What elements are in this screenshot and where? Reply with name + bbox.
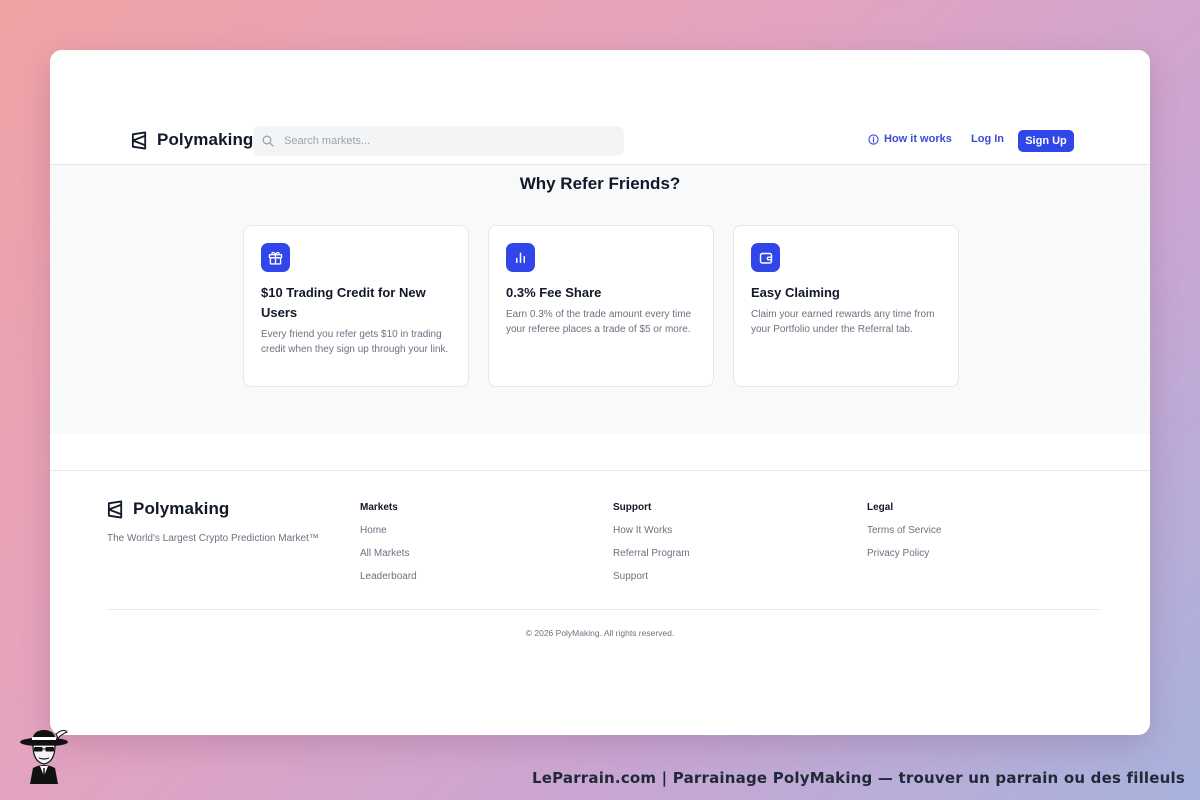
footer-column-heading: Markets <box>360 502 398 513</box>
benefit-card-fee-share: 0.3% Fee Share Earn 0.3% of the trade am… <box>488 225 714 387</box>
how-it-works-label: How it works <box>884 133 952 145</box>
footer-link-how-it-works[interactable]: How It Works <box>613 524 690 547</box>
watermark-caption: LeParrain.com | Parrainage PolyMaking — … <box>531 769 1185 787</box>
section-title: Why Refer Friends? <box>519 174 681 193</box>
card-title: 0.3% Fee Share <box>506 285 602 300</box>
site-header: Polymaking How it works Log In Sign Up <box>50 50 1150 165</box>
search-icon <box>262 135 274 147</box>
footer-column-markets: Markets Home All Markets Leaderboard <box>360 502 417 593</box>
brand-name: Polymaking <box>157 130 254 149</box>
browser-window: Polymaking How it works Log In Sign Up W… <box>50 50 1150 735</box>
footer-column-legal: Legal Terms of Service Privacy Policy <box>867 502 941 570</box>
card-description: Every friend you refer gets $10 in tradi… <box>261 329 449 355</box>
polymaking-logo-icon <box>107 500 123 518</box>
brand-logo-link[interactable]: Polymaking <box>130 130 253 150</box>
footer-link-terms-of-service[interactable]: Terms of Service <box>867 524 941 547</box>
card-title: Easy Claiming <box>751 285 840 300</box>
footer-link-leaderboard[interactable]: Leaderboard <box>360 570 417 593</box>
wallet-icon <box>751 243 780 272</box>
search-input[interactable] <box>282 134 606 148</box>
gift-icon <box>261 243 290 272</box>
footer-brand-name: Polymaking <box>133 499 230 518</box>
card-description: Claim your earned rewards any time from … <box>751 309 935 335</box>
sign-up-button[interactable]: Sign Up <box>1018 130 1074 152</box>
card-description: Earn 0.3% of the trade amount every time… <box>506 309 692 335</box>
footer-tagline: The World's Largest Crypto Prediction Ma… <box>107 533 319 544</box>
footer-link-home[interactable]: Home <box>360 524 417 547</box>
footer-link-referral-program[interactable]: Referral Program <box>613 547 690 570</box>
why-refer-section: Why Refer Friends? $10 Trading Credit fo… <box>50 165 1150 434</box>
benefit-card-trading-credit: $10 Trading Credit for New Users Every f… <box>243 225 469 387</box>
bar-chart-icon <box>506 243 535 272</box>
footer-divider-top <box>50 470 1150 471</box>
mascot-logo-icon <box>18 728 70 789</box>
footer-column-support: Support How It Works Referral Program Su… <box>613 502 690 593</box>
footer-link-support[interactable]: Support <box>613 570 690 593</box>
footer-link-privacy-policy[interactable]: Privacy Policy <box>867 547 941 570</box>
footer-column-heading: Support <box>613 502 652 513</box>
footer-link-all-markets[interactable]: All Markets <box>360 547 417 570</box>
benefit-card-easy-claiming: Easy Claiming Claim your earned rewards … <box>733 225 959 387</box>
polymaking-logo-icon <box>131 131 147 149</box>
footer-brand-link[interactable]: Polymaking <box>106 499 229 519</box>
card-title: $10 Trading Credit for New Users <box>261 285 426 320</box>
copyright-text: © 2026 PolyMaking. All rights reserved. <box>525 628 675 638</box>
footer-divider-bottom <box>107 609 1100 610</box>
info-icon <box>868 133 879 145</box>
log-in-link[interactable]: Log In <box>971 133 1004 145</box>
search-bar[interactable] <box>253 126 624 156</box>
footer-column-heading: Legal <box>867 502 894 513</box>
how-it-works-link[interactable]: How it works <box>868 133 952 145</box>
